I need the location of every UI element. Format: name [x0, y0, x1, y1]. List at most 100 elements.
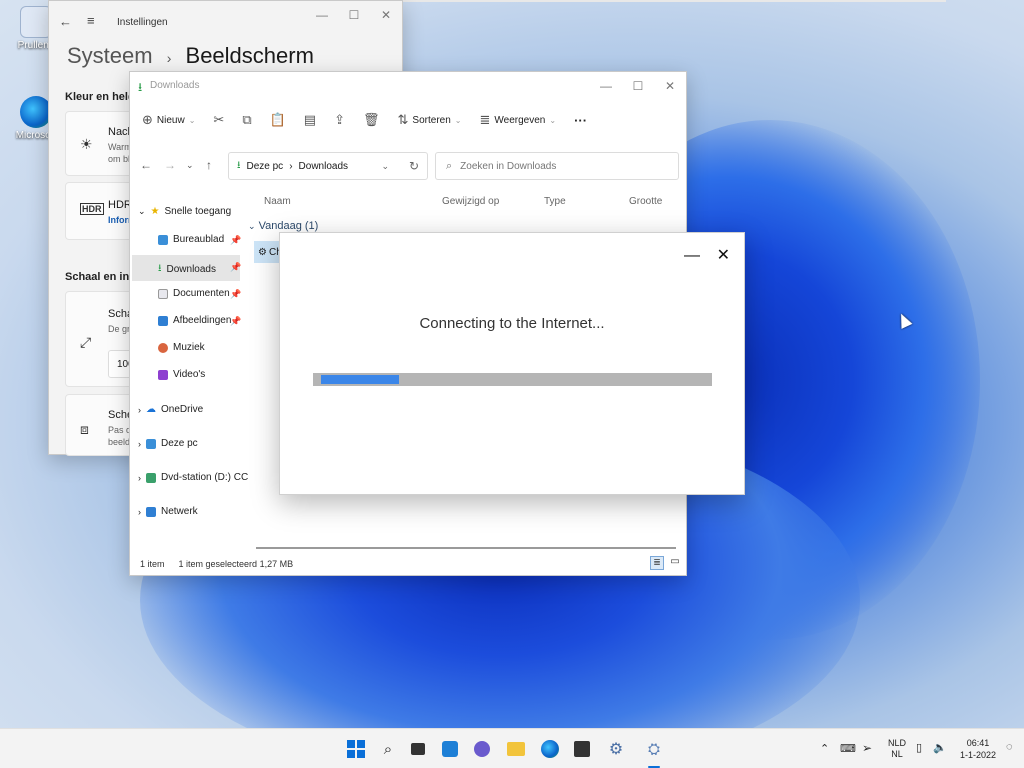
search-box[interactable]: ⌕ Zoeken in Downloads [435, 152, 679, 180]
folder-icon [507, 742, 525, 756]
connecting-dialog[interactable]: — ✕ Connecting to the Internet... [279, 232, 745, 495]
copy-button[interactable]: ⧉ [242, 112, 251, 128]
sort-button[interactable]: ⇅ Sorteren ⌄ [398, 112, 462, 128]
nav-item-this-pc[interactable]: › Deze pc [138, 438, 198, 449]
keyboard-icon[interactable]: ⌨ [840, 742, 856, 755]
taskbar: ⌕ ⚙ ⛭ ⌃ ⌨ ➢ NLD NL ▯ 🔈 06:41 1-1-2022 ◌ [0, 728, 1024, 768]
chevron-down-icon: ⌄ [454, 115, 462, 125]
up-arrow-icon[interactable]: ↑ [206, 158, 212, 172]
file-explorer-taskbar-button[interactable] [504, 737, 528, 761]
settings-taskbar-button[interactable]: ⚙ [604, 737, 628, 761]
close-button[interactable]: ✕ [370, 1, 402, 29]
address-bar[interactable]: ⭳ Deze pc › Downloads ⌄ ↻ [228, 152, 428, 180]
nav-label: Dvd-station (D:) CC [161, 472, 249, 483]
horizontal-scrollbar[interactable] [256, 547, 676, 549]
edge-taskbar-button[interactable] [538, 737, 562, 761]
nav-label: Video's [173, 369, 206, 380]
cut-button[interactable]: ✂ [213, 112, 224, 128]
column-type[interactable]: Type [544, 196, 566, 207]
widgets-icon [442, 741, 458, 757]
chevron-down-icon: ⌄ [188, 115, 196, 125]
nav-item-quick-access[interactable]: ⌄ ★ Snelle toegang [138, 206, 231, 217]
star-icon: ★ [150, 206, 160, 217]
view-button[interactable]: ≣ Weergeven ⌄ [479, 112, 556, 128]
pictures-icon [158, 315, 168, 326]
caption-buttons: — ☐ ✕ [590, 72, 686, 100]
breadcrumb-separator: › [166, 50, 172, 66]
breadcrumb-current: Beeldscherm [185, 43, 314, 68]
column-modified[interactable]: Gewijzigd op [442, 196, 499, 207]
chat-button[interactable] [470, 737, 494, 761]
close-button[interactable]: ✕ [654, 72, 686, 100]
column-size[interactable]: Grootte [629, 196, 662, 207]
volume-icon[interactable]: 🔈 [933, 741, 947, 754]
windows-logo-icon [347, 740, 365, 758]
installer-taskbar-button[interactable]: ⛭ [642, 737, 666, 761]
video-icon [158, 369, 168, 380]
caption-buttons: — ☐ ✕ [306, 1, 402, 29]
back-arrow-icon[interactable]: ← [59, 14, 72, 29]
nav-item-desktop[interactable]: Bureaublad [158, 234, 224, 245]
send-icon[interactable]: ➢ [862, 741, 872, 755]
language-indicator[interactable]: NLD NL [888, 738, 906, 760]
store-taskbar-button[interactable] [570, 737, 594, 761]
hamburger-menu-icon[interactable]: ≡ [87, 13, 95, 28]
clock[interactable]: 06:41 1-1-2022 [958, 737, 998, 761]
nav-label: Muziek [173, 342, 205, 353]
window-title: Instellingen [117, 17, 168, 28]
nav-item-pictures[interactable]: Afbeeldingen [158, 315, 231, 326]
nav-item-music[interactable]: Muziek [158, 342, 205, 353]
details-view-icon[interactable]: ≣ [650, 556, 664, 570]
address-root[interactable]: Deze pc [247, 161, 284, 172]
chevron-right-icon: › [138, 472, 141, 483]
column-name[interactable]: Naam [264, 196, 291, 207]
forward-arrow-icon[interactable]: → [164, 158, 176, 172]
network-icon[interactable]: ▯ [916, 741, 922, 754]
recent-chevron-icon[interactable]: ⌄ [186, 160, 194, 171]
close-button[interactable]: ✕ [717, 245, 730, 265]
start-button[interactable] [344, 737, 368, 761]
search-placeholder: Zoeken in Downloads [460, 160, 557, 172]
address-current[interactable]: Downloads [299, 161, 348, 172]
group-header[interactable]: ⌄ Vandaag (1) [248, 220, 318, 232]
progress-fill [321, 375, 399, 384]
new-button[interactable]: ⊕ Nieuw ⌄ [142, 112, 195, 128]
computer-icon [146, 438, 156, 449]
maximize-button[interactable]: ☐ [338, 1, 370, 29]
nav-item-documents[interactable]: Documenten [158, 288, 230, 299]
task-view-button[interactable] [406, 737, 430, 761]
document-icon [158, 288, 168, 299]
nav-label: Documenten [173, 288, 230, 299]
breadcrumb-parent[interactable]: Systeem [67, 43, 153, 68]
nav-item-onedrive[interactable]: › ☁ OneDrive [138, 404, 203, 415]
rename-button[interactable]: ▤ [304, 112, 316, 128]
address-separator: › [289, 160, 293, 172]
delete-button[interactable]: 🗑 [363, 112, 380, 128]
card-subtitle: De gr [108, 324, 131, 334]
copy-icon: ⧉ [242, 112, 252, 127]
nav-label: Snelle toegang [164, 206, 232, 217]
nav-item-videos[interactable]: Video's [158, 369, 205, 380]
back-arrow-icon[interactable]: ← [140, 158, 152, 172]
tiles-view-icon[interactable]: ▭ [668, 556, 682, 570]
more-button[interactable]: ··· [574, 113, 587, 128]
minimize-button[interactable]: — [306, 1, 338, 29]
chevron-up-icon[interactable]: ⌃ [820, 742, 829, 755]
search-button[interactable]: ⌕ [376, 737, 400, 761]
nav-item-downloads[interactable]: ⭳ Downloads [158, 261, 216, 278]
notification-icon[interactable]: ◌ [1006, 741, 1013, 753]
network-icon [146, 506, 156, 517]
nav-item-dvd[interactable]: › Dvd-station (D:) CC [138, 472, 248, 483]
maximize-button[interactable]: ☐ [622, 72, 654, 100]
status-size: 1,27 MB [259, 559, 294, 569]
nav-item-network[interactable]: › Netwerk [138, 506, 198, 517]
cloud-icon: ☁ [146, 404, 156, 415]
refresh-icon[interactable]: ↻ [409, 159, 419, 173]
minimize-button[interactable]: — [684, 247, 700, 265]
address-chevron-icon[interactable]: ⌄ [381, 161, 389, 172]
minimize-button[interactable]: — [590, 72, 622, 100]
paste-button[interactable]: 📋 [270, 112, 286, 128]
hdr-icon: HDR [80, 203, 104, 215]
widgets-button[interactable] [438, 737, 462, 761]
share-button[interactable]: ⇪ [334, 112, 345, 128]
